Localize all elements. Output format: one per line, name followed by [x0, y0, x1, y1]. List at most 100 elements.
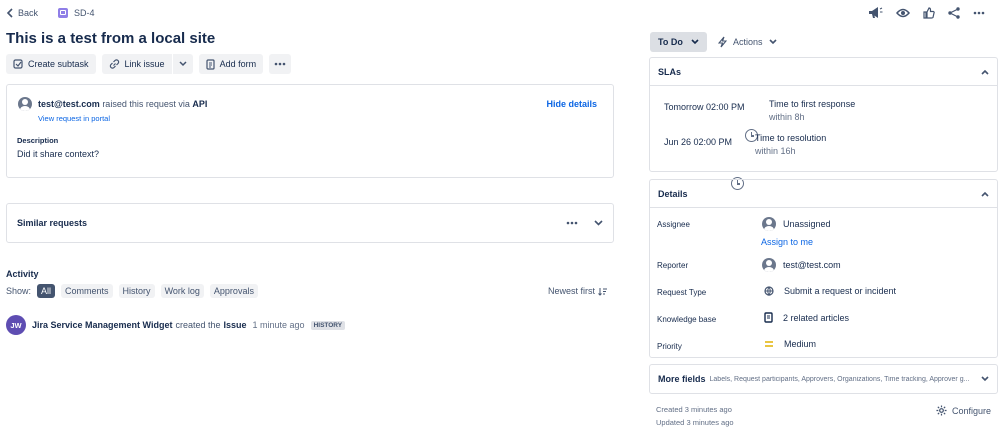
megaphone-icon[interactable]: [868, 6, 883, 20]
reporter-avatar: [18, 97, 32, 111]
form-icon: [205, 58, 215, 70]
chevron-down-icon: [179, 61, 187, 67]
assign-to-me-link[interactable]: Assign to me: [761, 237, 813, 247]
eye-icon[interactable]: [896, 8, 910, 18]
gear-icon: [936, 405, 947, 416]
created-timestamp: Created 3 minutes ago: [656, 405, 732, 414]
raised-line: test@test.com raised this request via AP…: [38, 99, 207, 109]
thumbs-up-icon[interactable]: [923, 7, 935, 19]
chevron-down-icon: [691, 39, 699, 45]
more-icon[interactable]: [973, 11, 985, 15]
history-badge: HISTORY: [310, 320, 346, 330]
reporter-label: Reporter: [657, 261, 689, 270]
updated-timestamp: Updated 3 minutes ago: [656, 418, 734, 427]
similar-requests-panel[interactable]: Similar requests: [6, 203, 614, 243]
share-icon[interactable]: [948, 7, 960, 19]
priority-value: Medium: [784, 339, 817, 349]
more-fields-list: Labels, Request participants, Approvers,…: [709, 375, 970, 383]
assignee-label: Assignee: [657, 220, 690, 229]
details-panel: Details Assignee Unassigned Assign to me…: [649, 179, 998, 358]
request-type-value: Submit a request or incident: [784, 286, 897, 296]
sla-resolution: Jun 26 02:00 PM: [664, 137, 732, 147]
activity-actor[interactable]: Jira Service Management Widget: [32, 320, 172, 330]
activity-object: Issue: [223, 320, 247, 330]
filter-comments[interactable]: Comments: [61, 284, 113, 298]
avatar: JW: [6, 315, 26, 335]
priority-field[interactable]: Medium: [764, 339, 816, 349]
slas-title: SLAs: [658, 66, 682, 77]
show-label: Show:: [6, 286, 32, 296]
user-icon: [762, 258, 776, 272]
issue-toolbar: Create subtask Link issue Add form: [6, 54, 292, 74]
more-icon: [274, 62, 286, 66]
book-icon: [764, 312, 773, 323]
raised-text: raised this request via: [102, 99, 190, 109]
sla-name: Time to first response: [769, 99, 856, 109]
sla-remaining: within 16h: [755, 146, 796, 156]
chevron-down-icon[interactable]: [594, 220, 603, 226]
request-details-panel: test@test.com raised this request via AP…: [6, 84, 614, 178]
add-form-button[interactable]: Add form: [198, 54, 264, 74]
page-title: This is a test from a local site: [6, 30, 216, 47]
globe-icon: [764, 286, 774, 296]
activity-heading: Activity: [6, 269, 39, 279]
chevron-down-icon: [768, 39, 777, 45]
actions-dropdown[interactable]: Actions: [718, 36, 777, 48]
knowledge-base-label: Knowledge base: [657, 315, 717, 324]
status-label: To Do: [658, 37, 683, 47]
more-icon[interactable]: [566, 221, 578, 225]
link-issue-button[interactable]: Link issue: [101, 54, 172, 74]
details-header[interactable]: Details: [650, 180, 997, 208]
chevron-up-icon: [981, 69, 989, 75]
filter-approvals[interactable]: Approvals: [209, 284, 258, 298]
activity-entry: JW Jira Service Management Widget create…: [6, 315, 346, 335]
sort-icon: [598, 287, 608, 296]
request-type-label: Request Type: [657, 288, 707, 297]
link-issue-dropdown[interactable]: [172, 54, 193, 74]
back-label: Back: [18, 8, 39, 18]
sla-time: Jun 26 02:00 PM: [664, 137, 733, 147]
view-portal-link[interactable]: View request in portal: [38, 114, 110, 123]
slas-header[interactable]: SLAs: [650, 58, 997, 86]
issue-key-link[interactable]: SD-4: [74, 8, 95, 18]
sort-toggle[interactable]: Newest first: [548, 286, 608, 296]
similar-requests-label: Similar requests: [17, 218, 88, 228]
request-type-field[interactable]: Submit a request or incident: [764, 286, 896, 296]
reporter-field[interactable]: test@test.com: [762, 258, 841, 272]
add-form-label: Add form: [219, 59, 257, 69]
assignee-value: Unassigned: [783, 219, 831, 229]
subtask-icon: [13, 59, 23, 69]
avatar-initials: JW: [10, 320, 22, 330]
more-fields-label: More fields: [658, 374, 706, 384]
sla-time: Tomorrow 02:00 PM: [664, 102, 745, 112]
user-icon: [18, 97, 32, 111]
more-fields-panel[interactable]: More fields Labels, Request participants…: [649, 364, 998, 394]
sort-label: Newest first: [548, 286, 596, 296]
actions-label: Actions: [733, 37, 763, 47]
knowledge-base-field[interactable]: 2 related articles: [764, 312, 849, 323]
slas-panel: SLAs Tomorrow 02:00 PM Time to first res…: [649, 57, 998, 190]
configure-button[interactable]: Configure: [936, 405, 991, 416]
description-text: Did it share context?: [17, 149, 100, 159]
reporter-value: test@test.com: [783, 260, 841, 270]
filter-all[interactable]: All: [37, 284, 56, 298]
filter-work-log[interactable]: Work log: [160, 284, 204, 298]
activity-time: 1 minute ago: [252, 320, 305, 330]
link-icon: [109, 59, 119, 69]
status-dropdown[interactable]: To Do: [650, 32, 707, 52]
priority-medium-icon: [765, 341, 773, 347]
breadcrumb: Back SD-4: [6, 8, 95, 18]
issue-type-icon: [58, 8, 69, 18]
reporter-email[interactable]: test@test.com: [38, 99, 100, 109]
assignee-field[interactable]: Unassigned: [762, 217, 831, 231]
back-link[interactable]: Back: [6, 8, 38, 18]
activity-action: created the: [175, 320, 221, 330]
chevron-left-icon: [6, 8, 13, 18]
more-actions-button[interactable]: [269, 54, 292, 74]
sla-name: Time to resolution: [755, 133, 827, 143]
hide-details-link[interactable]: Hide details: [546, 99, 597, 109]
create-subtask-button[interactable]: Create subtask: [6, 54, 96, 74]
user-icon: [762, 217, 776, 231]
sla-first-response: Tomorrow 02:00 PM: [664, 102, 745, 112]
filter-history[interactable]: History: [118, 284, 155, 298]
